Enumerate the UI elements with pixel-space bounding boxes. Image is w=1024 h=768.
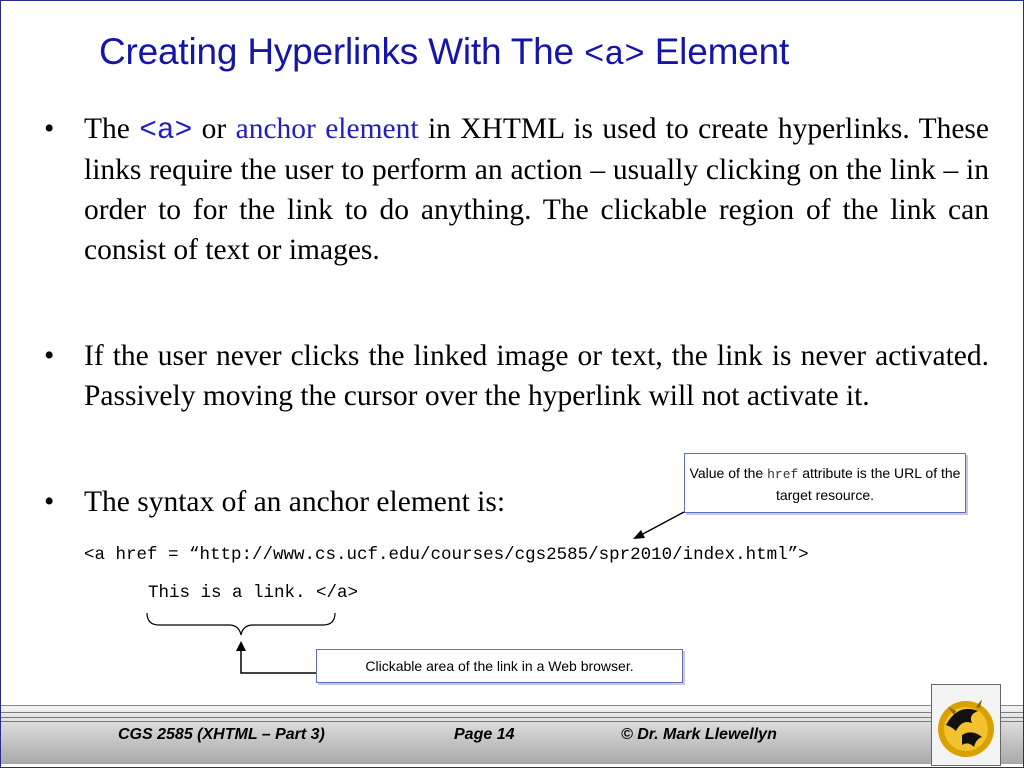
pegasus-logo-icon bbox=[938, 699, 994, 757]
logo-frame bbox=[931, 684, 1001, 766]
clickable-arrowhead bbox=[236, 641, 246, 651]
footer-course: CGS 2585 (XHTML – Part 3) bbox=[118, 726, 325, 743]
annotation-lines bbox=[146, 511, 685, 674]
clickable-arrow-line bbox=[240, 649, 316, 674]
href-arrowhead bbox=[633, 530, 645, 539]
footer-page-number: Page 14 bbox=[454, 726, 515, 743]
link-text-brace bbox=[146, 612, 336, 636]
slide: Creating Hyperlinks With The <a> Element… bbox=[0, 0, 1024, 768]
footer-author: © Dr. Mark Llewellyn bbox=[621, 726, 777, 743]
href-arrow-line bbox=[640, 511, 685, 536]
